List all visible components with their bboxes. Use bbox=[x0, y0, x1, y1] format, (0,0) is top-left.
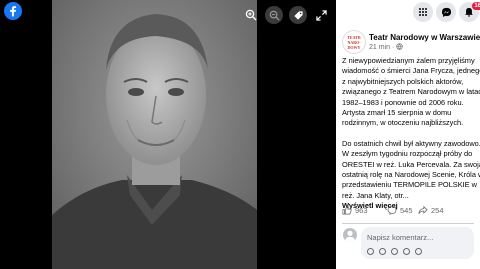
user-avatar[interactable] bbox=[343, 228, 357, 242]
photo-viewer bbox=[0, 0, 336, 269]
facebook-logo[interactable] bbox=[4, 2, 22, 20]
like-icon bbox=[342, 205, 352, 215]
comment-placeholder: Napisz komentarz... bbox=[367, 233, 434, 242]
post-timestamp[interactable]: 21 min · bbox=[369, 43, 403, 51]
comment-tools bbox=[367, 248, 422, 255]
comment-input[interactable]: Napisz komentarz... bbox=[361, 227, 474, 259]
messenger-icon[interactable] bbox=[436, 2, 456, 22]
share-icon bbox=[418, 205, 428, 214]
camera-icon[interactable] bbox=[391, 248, 398, 255]
likes-count-text: 963 bbox=[355, 205, 368, 215]
avatar-sticker-icon[interactable] bbox=[367, 248, 374, 255]
notification-count-badge: 16 bbox=[472, 2, 480, 10]
comment-count[interactable]: 545 bbox=[387, 205, 413, 215]
comment-icon bbox=[387, 205, 397, 215]
globe-icon bbox=[396, 43, 403, 50]
post-text: Z niewypowiedzianym żalem przyjęliśmy wi… bbox=[342, 56, 480, 212]
zoom-out-icon[interactable] bbox=[265, 6, 283, 24]
notifications-bell-icon[interactable]: 16 bbox=[459, 2, 480, 22]
zoom-in-icon[interactable] bbox=[242, 6, 260, 24]
page-avatar[interactable]: TEATR NARO- DOWY bbox=[342, 30, 366, 54]
top-navigation: 16 bbox=[336, 0, 480, 24]
avatar-text-line3: DOWY bbox=[347, 44, 361, 50]
post-paragraph: Do ostatnich chwil był aktywny zawodowo.… bbox=[342, 138, 480, 200]
page-name-link[interactable]: Teatr Narodowy w Warszawie bbox=[369, 33, 480, 42]
portrait-photo bbox=[52, 0, 257, 269]
share-count[interactable]: 254 bbox=[418, 205, 444, 215]
gif-icon[interactable] bbox=[403, 248, 410, 255]
post-panel: 16 TEATR NARO- DOWY Teatr Narodowy w War… bbox=[336, 0, 480, 269]
emoji-icon[interactable] bbox=[379, 248, 386, 255]
comments-count-text: 545 bbox=[400, 205, 413, 215]
sticker-icon[interactable] bbox=[415, 248, 422, 255]
post-paragraph: Z niewypowiedzianym żalem przyjęliśmy wi… bbox=[342, 56, 480, 128]
tag-icon[interactable] bbox=[289, 6, 307, 24]
divider bbox=[342, 223, 474, 224]
post-time-text: 21 min · bbox=[369, 44, 397, 51]
reaction-bar: 963 545 254 bbox=[342, 205, 476, 219]
like-count[interactable]: 963 bbox=[342, 205, 368, 215]
fullscreen-icon[interactable] bbox=[312, 6, 330, 24]
menu-grid-icon[interactable] bbox=[413, 2, 433, 22]
shares-count-text: 254 bbox=[431, 205, 444, 215]
